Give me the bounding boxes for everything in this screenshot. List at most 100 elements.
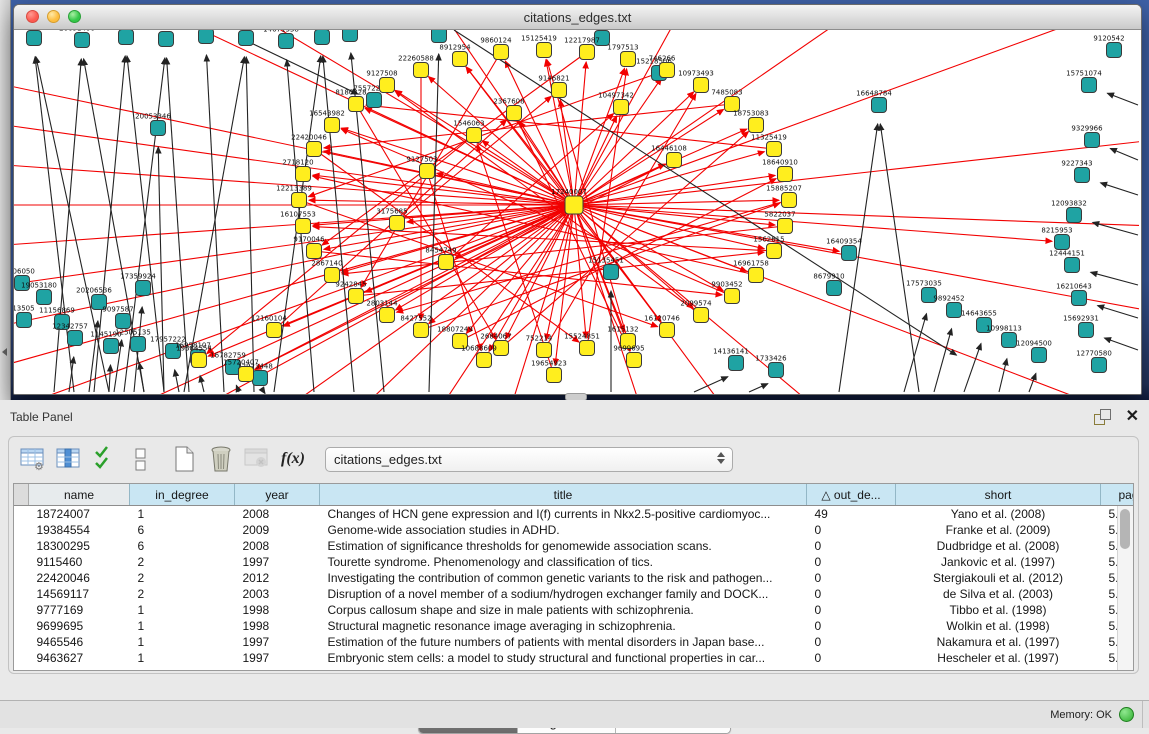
graph-node[interactable]: 11325419: [751, 134, 787, 157]
graph-node[interactable]: 12444151: [1049, 250, 1085, 273]
graph-node[interactable]: 19053180: [21, 282, 57, 305]
graph-node[interactable]: 22420046: [291, 134, 327, 157]
table-scrollbar[interactable]: [1117, 506, 1133, 671]
graph-node[interactable]: 5822037: [764, 211, 795, 234]
graph-node[interactable]: 6466160: [185, 30, 216, 44]
graph-node[interactable]: 12094500: [1016, 340, 1052, 363]
graph-node[interactable]: 8186328: [335, 89, 366, 112]
checkbox-list-icon[interactable]: [125, 443, 157, 475]
table-row[interactable]: 946554611997Estimation of the future num…: [14, 634, 1134, 650]
graph-node[interactable]: 14136141: [713, 348, 749, 371]
graph-node[interactable]: 9227343: [1061, 160, 1092, 183]
graph-node[interactable]: 9146821: [538, 75, 569, 98]
graph-node[interactable]: 8215953: [1041, 227, 1072, 250]
table-row[interactable]: 1456911722003Disruption of a novel membe…: [14, 586, 1134, 602]
graph-node[interactable]: 12160104: [251, 315, 287, 338]
graph-node[interactable]: 16409354: [826, 238, 862, 261]
column-header-short[interactable]: short: [896, 484, 1101, 506]
graph-node[interactable]: 19384554: [176, 345, 212, 368]
table-row[interactable]: 1872400712008Changes of HCN gene express…: [14, 506, 1134, 523]
table-row[interactable]: 1830029562008Estimation of significance …: [14, 538, 1134, 554]
graph-node[interactable]: 19355724: [14, 30, 47, 46]
graph-node[interactable]: 20691406: [59, 30, 95, 48]
window-titlebar[interactable]: citations_edges.txt: [14, 5, 1141, 30]
zoom-button[interactable]: [68, 10, 81, 23]
graph-node[interactable]: 9120542: [1093, 35, 1124, 58]
column-visibility-icon[interactable]: [53, 443, 85, 475]
graph-node[interactable]: 16648784: [856, 90, 892, 113]
graph-node[interactable]: 19654923: [531, 360, 567, 383]
function-builder-icon[interactable]: f(x): [277, 443, 309, 475]
graph-node[interactable]: 8454749: [425, 247, 456, 270]
graph-node[interactable]: 12213389: [276, 185, 312, 208]
close-panel-icon[interactable]: ✕: [1126, 409, 1139, 425]
delete-column-icon[interactable]: [205, 443, 237, 475]
graph-node[interactable]: 7485083: [711, 89, 742, 112]
graph-node[interactable]: 12093832: [1051, 200, 1087, 223]
table-row[interactable]: 1938455462009Genome-wide association stu…: [14, 522, 1134, 538]
graph-node[interactable]: 9860124: [480, 37, 512, 60]
collapse-arrow-icon[interactable]: [2, 348, 7, 356]
graph-node[interactable]: 2718120: [282, 159, 313, 182]
graph-node[interactable]: 15125419: [521, 35, 557, 58]
graph-node[interactable]: 15524851: [564, 333, 600, 356]
scrollbar-thumb[interactable]: [1120, 509, 1130, 549]
column-header-in_degree[interactable]: in_degree: [130, 484, 235, 506]
graph-node[interactable]: 9127503: [406, 156, 437, 179]
network-graph[interactable]: 19355724 20691406 10653287 1327602 6466160 10…: [14, 30, 1139, 394]
column-header-year[interactable]: year: [235, 484, 320, 506]
column-header-pagerank[interactable]: pagerank: [1101, 484, 1135, 506]
graph-node[interactable]: 15692931: [1063, 315, 1099, 338]
graph-node[interactable]: 10688609: [461, 345, 497, 368]
graph-node[interactable]: 16446108: [651, 145, 687, 168]
graph-node[interactable]: 3913505: [14, 305, 35, 328]
graph-node[interactable]: 9097587: [102, 306, 133, 329]
table-row[interactable]: 969969511998Structural magnetic resonanc…: [14, 618, 1134, 634]
graph-node[interactable]: 8427552: [400, 315, 431, 338]
graph-node[interactable]: 1733426: [755, 355, 787, 378]
graph-node[interactable]: 1797513: [607, 44, 638, 67]
graph-node[interactable]: 8912954: [439, 44, 471, 67]
graph-node[interactable]: 9699695: [613, 345, 644, 368]
graph-node[interactable]: 12217987: [564, 37, 600, 60]
graph-node[interactable]: 16543982: [309, 110, 345, 133]
graph-node[interactable]: 7515409: [301, 30, 332, 45]
column-header-out_degree[interactable]: △ out_de...: [807, 484, 896, 506]
graph-node[interactable]: 10497342: [598, 92, 634, 115]
graph-node[interactable]: 10653287: [103, 30, 139, 45]
graph-node[interactable]: 16107553: [280, 211, 316, 234]
graph-node[interactable]: 1327602: [145, 30, 176, 47]
close-button[interactable]: [26, 10, 39, 23]
minimize-button[interactable]: [47, 10, 60, 23]
graph-node[interactable]: 12342757: [52, 323, 88, 346]
graph-node[interactable]: 18753083: [733, 110, 769, 133]
graph-node[interactable]: 9903452: [711, 281, 742, 304]
graph-node[interactable]: 2099574: [680, 300, 712, 323]
graph-node[interactable]: 20053346: [135, 113, 171, 136]
graph-node[interactable]: 2867140: [311, 260, 342, 283]
graph-node[interactable]: 9242845: [335, 281, 366, 304]
graph-node[interactable]: 8679910: [813, 273, 844, 296]
graph-node[interactable]: 16120746: [644, 315, 680, 338]
new-column-icon[interactable]: [169, 443, 201, 475]
graph-node[interactable]: 15885207: [766, 185, 802, 208]
graph-node[interactable]: 14671338: [263, 30, 299, 49]
table-row[interactable]: 977716911998Corpus callosum shape and si…: [14, 602, 1134, 618]
graph-node[interactable]: 16210643: [1056, 283, 1092, 306]
graph-node[interactable]: 18640910: [762, 159, 798, 182]
table-row[interactable]: 2242004622012Investigating the contribut…: [14, 570, 1134, 586]
graph-node[interactable]: 9329966: [1071, 125, 1103, 148]
column-header-title[interactable]: title: [320, 484, 807, 506]
graph-node[interactable]: 16033809: [327, 30, 363, 42]
graph-node[interactable]: 9892452: [933, 295, 964, 318]
collapsed-left-panel[interactable]: [0, 0, 11, 400]
network-canvas[interactable]: 19355724 20691406 10653287 1327602 6466160 10…: [14, 30, 1141, 394]
graph-node[interactable]: 9170046: [293, 236, 325, 259]
select-all-icon[interactable]: [89, 443, 121, 475]
table-row[interactable]: 946362711997Embryonic stem cells: a mode…: [14, 650, 1134, 666]
table-row[interactable]: 911546021997Tourette syndrome. Phenomeno…: [14, 554, 1134, 570]
table-selector[interactable]: citations_edges.txt: [325, 447, 733, 472]
column-header-name[interactable]: name: [29, 484, 130, 506]
table-settings-icon[interactable]: ⚙: [17, 443, 49, 475]
graph-node[interactable]: 18103704: [416, 30, 452, 43]
